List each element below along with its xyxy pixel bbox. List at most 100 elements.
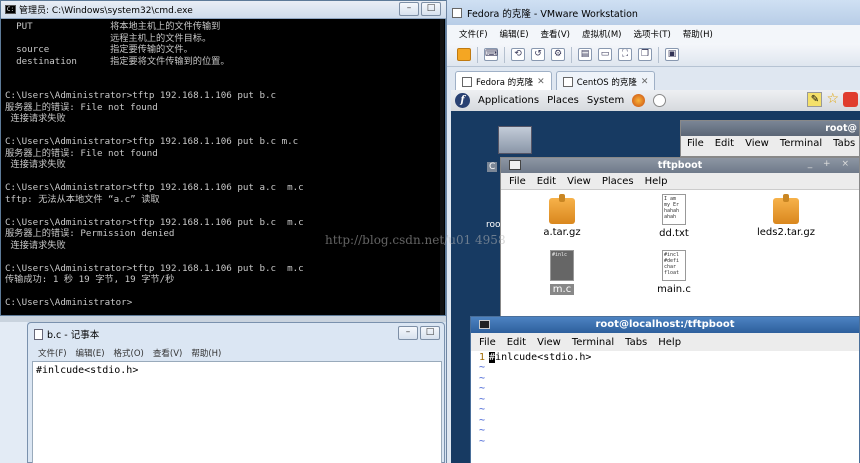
update-icon[interactable] <box>843 92 858 107</box>
unity-icon[interactable]: ❐ <box>638 48 652 61</box>
notepad-window-controls: – □ <box>398 326 440 340</box>
maximize-button[interactable]: □ <box>421 2 441 16</box>
vm-menu-edit[interactable]: 编辑(E) <box>500 28 529 40</box>
menu-file[interactable]: File <box>479 337 496 348</box>
file-item[interactable]: I am my Er hahah ahah dd.txt <box>629 194 719 239</box>
notepad-titlebar[interactable]: b.c - 记事本 <box>28 323 444 345</box>
terminal-title[interactable]: root@localhost:/tftpboot <box>471 317 859 333</box>
file-item[interactable]: #incl #defi char float main.c <box>629 250 719 295</box>
minimize-button[interactable]: – <box>399 2 419 16</box>
tab-centos[interactable]: CentOS 的克隆 ✕ <box>555 71 656 91</box>
empty-line-marker: ~ <box>479 393 486 405</box>
menu-terminal[interactable]: Terminal <box>780 138 822 149</box>
cmd-line: 连接请求失败 <box>5 113 66 124</box>
menu-view[interactable]: 查看(V) <box>153 347 182 359</box>
tab-label: Fedora 的克隆 <box>476 77 534 88</box>
background-terminal-title[interactable]: root@ <box>681 121 859 136</box>
file-item-selected[interactable]: #inlc m.c <box>517 250 607 295</box>
menu-edit[interactable]: Edit <box>507 337 526 348</box>
menu-places[interactable]: Places <box>602 176 634 187</box>
panel-system[interactable]: System <box>587 95 624 106</box>
menu-edit[interactable]: Edit <box>715 138 734 149</box>
fedora-logo-icon[interactable]: f <box>455 93 470 108</box>
menu-file[interactable]: File <box>687 138 704 149</box>
menu-terminal[interactable]: Terminal <box>572 337 614 348</box>
pause-icon[interactable] <box>457 48 471 61</box>
guest-screen[interactable]: f Applications Places System ✎ ☆ C roo r… <box>451 90 860 463</box>
menu-file[interactable]: File <box>509 176 526 187</box>
menu-view[interactable]: View <box>567 176 591 187</box>
vm-menu-view[interactable]: 查看(V) <box>541 28 570 40</box>
watermark: http://blog.csdn.net/u01 4958 <box>325 233 506 247</box>
cmd-output[interactable]: PUT 将本地主机上的文件传输到 远程主机上的文件目标。 source 指定要传… <box>5 21 443 309</box>
vm-menu-help[interactable]: 帮助(H) <box>683 28 713 40</box>
notepad-icon <box>34 328 43 340</box>
menu-edit[interactable]: Edit <box>537 176 556 187</box>
vm-menu-file[interactable]: 文件(F) <box>459 28 488 40</box>
cmd-line: tftp: 无法从本地文件 “a.c” 读取 <box>5 193 160 205</box>
mail-icon[interactable] <box>653 94 667 107</box>
cmd-line <box>5 286 443 298</box>
menu-file[interactable]: 文件(F) <box>38 347 67 359</box>
vmware-icon <box>452 7 462 18</box>
menu-format[interactable]: 格式(O) <box>114 347 144 359</box>
minimize-button[interactable]: – <box>398 326 418 340</box>
cmd-scrollbar[interactable] <box>440 19 444 315</box>
menu-help[interactable]: 帮助(H) <box>191 347 221 359</box>
file-item[interactable]: a.tar.gz <box>517 194 607 238</box>
menu-help[interactable]: Help <box>658 337 681 348</box>
panel-places[interactable]: Places <box>547 95 579 106</box>
close-icon[interactable]: ✕ <box>641 77 649 87</box>
thumbnail-icon[interactable]: ▣ <box>665 48 679 61</box>
menu-tabs[interactable]: Tabs <box>625 337 647 348</box>
tab-fedora[interactable]: Fedora 的克隆 ✕ <box>455 71 552 91</box>
menu-help[interactable]: Help <box>645 176 668 187</box>
snapshot-icon[interactable]: ⟲ <box>511 48 525 61</box>
library-view-icon[interactable]: ▤ <box>578 48 592 61</box>
file-name: a.tar.gz <box>543 227 581 238</box>
vm-menu-tabs[interactable]: 选项卡(T) <box>633 28 670 40</box>
menu-view[interactable]: View <box>537 337 561 348</box>
menu-edit[interactable]: 编辑(E) <box>76 347 105 359</box>
cmd-line: 传输成功: 1 秒 19 字节, 19 字节/秒 <box>5 274 175 285</box>
send-keys-icon[interactable]: ⌨ <box>484 48 498 61</box>
vm-menu-vm[interactable]: 虚拟机(M) <box>582 28 621 40</box>
vmware-titlebar[interactable]: Fedora 的克隆 - VMware Workstation <box>447 0 860 25</box>
desktop: C: 管理员: C:\Windows\system32\cmd.exe – □ … <box>0 0 860 463</box>
firefox-icon[interactable] <box>632 94 646 107</box>
cmd-line: source 指定要传输的文件。 <box>5 44 193 55</box>
fullscreen-icon[interactable]: ⛶ <box>618 48 632 61</box>
empty-line-marker: ~ <box>479 362 486 373</box>
file-name: main.c <box>657 284 691 295</box>
cmd-line: 服务器上的错误: File not found <box>5 101 158 113</box>
file-item[interactable]: leds2.tar.gz <box>741 194 831 238</box>
source-file-icon: #inlc <box>550 250 574 281</box>
cmd-line: 服务器上的错误: File not found <box>5 147 158 159</box>
star-icon[interactable]: ☆ <box>826 92 839 107</box>
notepad-window: b.c - 记事本 – □ 文件(F) 编辑(E) 格式(O) 查看(V) 帮助… <box>27 322 445 463</box>
line-text: inlcude<stdio.h> <box>495 352 592 363</box>
panel-applications[interactable]: Applications <box>478 95 539 106</box>
computer-desktop-icon[interactable] <box>498 126 532 154</box>
cmd-titlebar[interactable]: C: 管理员: C:\Windows\system32\cmd.exe <box>1 1 447 19</box>
maximize-button[interactable]: □ <box>420 326 440 340</box>
menu-tabs[interactable]: Tabs <box>833 138 855 149</box>
file-manager-title[interactable]: tftpboot <box>501 158 859 173</box>
toolbar-separator <box>504 46 505 63</box>
cmd-line: C:\Users\Administrator>tftp 192.168.1.10… <box>5 216 304 228</box>
notes-icon[interactable]: ✎ <box>807 92 823 107</box>
cmd-line: C:\Users\Administrator> <box>5 297 133 308</box>
close-icon[interactable]: ✕ <box>537 77 545 87</box>
notepad-text-area[interactable]: #inlcude<stdio.h> <box>32 361 442 463</box>
toolbar-separator <box>477 46 478 63</box>
window-controls[interactable]: _ + × <box>808 159 853 169</box>
console-view-icon[interactable]: ▭ <box>598 48 612 61</box>
background-terminal-menubar: File Edit View Terminal Tabs <box>687 138 855 149</box>
revert-snapshot-icon[interactable]: ↺ <box>531 48 545 61</box>
cmd-line: PUT 将本地主机上的文件传输到 <box>5 21 221 32</box>
background-terminal-window[interactable]: root@ File Edit View Terminal Tabs <box>680 120 860 157</box>
snapshot-manager-icon[interactable]: ⚙ <box>551 48 565 61</box>
vim-editor[interactable]: 1 #inlcude<stdio.h> ~ ~ ~ ~ ~ ~ ~ ~ <box>471 351 859 463</box>
cmd-icon: C: <box>5 5 16 14</box>
menu-view[interactable]: View <box>745 138 769 149</box>
